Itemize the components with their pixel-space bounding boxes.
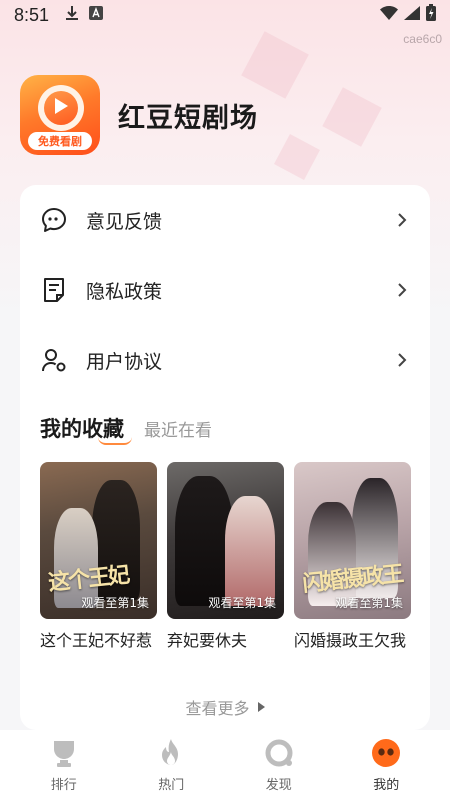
play-icon xyxy=(53,97,69,119)
menu-item-feedback[interactable]: 意见反馈 xyxy=(20,185,430,255)
poster-card[interactable]: 观看至第1集 弃妃要休夫 xyxy=(167,462,284,651)
poster-name: 弃妃要休夫 xyxy=(167,631,248,650)
nav-item-hot[interactable]: 热门 xyxy=(131,738,211,793)
menu-item-label: 隐私政策 xyxy=(86,280,163,303)
logo-badge: 免费看剧 xyxy=(28,132,92,150)
wifi-icon xyxy=(380,5,398,25)
nav-label: 发现 xyxy=(265,777,292,793)
poster-card[interactable]: 闪婚摄政王 观看至第1集 闪婚摄政王欠我 xyxy=(294,462,411,651)
status-time: 8:51 xyxy=(14,4,50,25)
bottom-nav: 排行 热门 发现 我的 xyxy=(0,730,450,800)
menu-item-label: 用户协议 xyxy=(86,350,163,373)
collection-tabs: 我的收藏 最近在看 xyxy=(40,413,212,445)
profile-face-icon xyxy=(371,738,401,768)
nav-item-discover[interactable]: 发现 xyxy=(239,738,319,793)
poster-image: 这个王妃 观看至第1集 xyxy=(40,462,157,619)
main-card: 意见反馈 隐私政策 用户协议 我的收藏 最近在看 这个王妃 观看至第1集 这个王… xyxy=(20,185,430,730)
see-more-label: 查看更多 xyxy=(185,699,250,718)
poster-image: 闪婚摄政王 观看至第1集 xyxy=(294,462,411,619)
device-id-label: cae6c0 xyxy=(403,32,442,46)
battery-charging-icon xyxy=(426,4,436,26)
poster-list: 这个王妃 观看至第1集 这个王妃不好惹 观看至第1集 弃妃要休夫 闪婚摄政王 观… xyxy=(40,462,411,651)
watch-progress: 观看至第1集 xyxy=(208,596,276,610)
nav-label: 我的 xyxy=(373,777,400,793)
keyboard-a-icon xyxy=(89,5,104,25)
flame-icon xyxy=(156,738,186,768)
trophy-icon xyxy=(49,738,79,768)
nav-item-mine[interactable]: 我的 xyxy=(346,738,426,793)
menu-item-user-agreement[interactable]: 用户协议 xyxy=(20,325,430,395)
watch-progress: 观看至第1集 xyxy=(81,596,149,610)
signal-icon xyxy=(404,5,420,25)
app-title: 红豆短剧场 xyxy=(118,102,258,134)
menu-item-privacy[interactable]: 隐私政策 xyxy=(20,255,430,325)
discover-icon xyxy=(264,738,294,768)
watch-progress: 观看至第1集 xyxy=(335,596,403,610)
status-bar: 8:51 xyxy=(0,0,450,30)
tab-recently-watched[interactable]: 最近在看 xyxy=(144,416,212,443)
chevron-right-icon xyxy=(394,212,410,228)
user-agreement-icon xyxy=(40,346,68,374)
app-logo: 免费看剧 xyxy=(20,75,100,155)
download-icon xyxy=(65,5,79,26)
menu-item-label: 意见反馈 xyxy=(86,210,163,233)
poster-name: 这个王妃不好惹 xyxy=(40,631,153,650)
poster-image: 观看至第1集 xyxy=(167,462,284,619)
chevron-right-icon xyxy=(394,352,410,368)
nav-label: 热门 xyxy=(158,777,185,793)
poster-card[interactable]: 这个王妃 观看至第1集 这个王妃不好惹 xyxy=(40,462,157,651)
play-arrow-icon xyxy=(257,702,265,712)
app-header: 免费看剧 红豆短剧场 xyxy=(20,75,258,155)
tab-active-indicator xyxy=(98,437,132,445)
tab-favorites[interactable]: 我的收藏 xyxy=(40,413,132,445)
nav-label: 排行 xyxy=(50,777,77,793)
document-icon xyxy=(40,276,68,304)
see-more-button[interactable]: 查看更多 xyxy=(20,695,430,719)
nav-item-ranking[interactable]: 排行 xyxy=(24,738,104,793)
poster-name: 闪婚摄政王欠我 xyxy=(294,631,407,650)
chevron-right-icon xyxy=(394,282,410,298)
chat-bubble-icon xyxy=(40,206,68,234)
